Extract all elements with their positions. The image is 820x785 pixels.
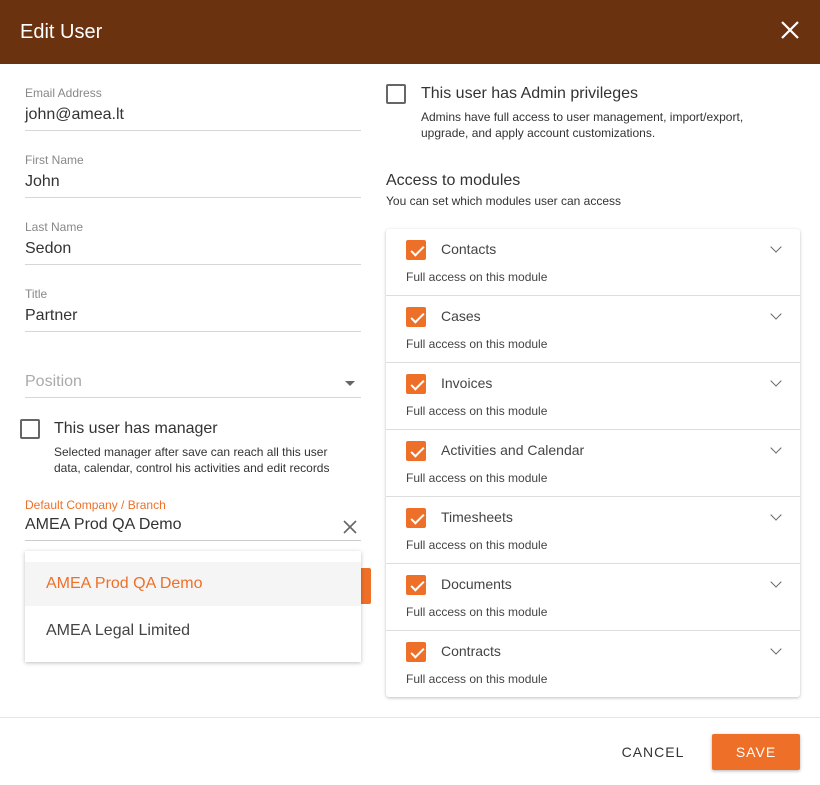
dialog-title: Edit User bbox=[20, 21, 103, 43]
module-activities[interactable]: Activities and Calendar Full access on th… bbox=[386, 430, 800, 497]
dropdown-arrow-icon bbox=[345, 381, 355, 391]
module-checkbox[interactable] bbox=[406, 374, 426, 394]
modules-list: Contacts Full access on this module Cases… bbox=[386, 229, 800, 697]
module-desc: Full access on this module bbox=[406, 471, 548, 485]
module-name: Contacts bbox=[441, 241, 497, 257]
module-checkbox[interactable] bbox=[406, 575, 426, 595]
title-value: Partner bbox=[25, 307, 78, 324]
module-name: Cases bbox=[441, 308, 481, 324]
module-desc: Full access on this module bbox=[406, 337, 548, 351]
module-name: Contracts bbox=[441, 643, 501, 659]
company-field[interactable]: Default Company / Branch AMEA Prod QA De… bbox=[25, 498, 361, 541]
dialog-header: Edit User bbox=[0, 0, 820, 64]
last-name-value: Sedon bbox=[25, 240, 72, 257]
last-name-label: Last Name bbox=[25, 220, 84, 234]
module-timesheets[interactable]: Timesheets Full access on this module bbox=[386, 497, 800, 564]
title-field[interactable]: Title Partner bbox=[25, 287, 361, 332]
chevron-down-icon[interactable] bbox=[770, 509, 782, 521]
manager-label: This user has manager bbox=[54, 420, 218, 437]
manager-help: Selected manager after save can reach al… bbox=[54, 445, 330, 475]
dropdown-option[interactable]: AMEA Legal Limited bbox=[25, 609, 361, 653]
manager-checkbox[interactable] bbox=[20, 419, 40, 439]
admin-label: This user has Admin privileges bbox=[421, 85, 638, 102]
title-label: Title bbox=[25, 287, 48, 301]
module-checkbox[interactable] bbox=[406, 642, 426, 662]
email-value: john@amea.lt bbox=[25, 106, 124, 123]
cancel-button[interactable]: CANCEL bbox=[612, 734, 694, 770]
module-checkbox[interactable] bbox=[406, 441, 426, 461]
modules-title: Access to modules bbox=[386, 172, 521, 189]
save-button[interactable]: SAVE bbox=[712, 734, 800, 770]
company-value[interactable]: AMEA Prod QA Demo bbox=[25, 516, 361, 540]
first-name-label: First Name bbox=[25, 153, 84, 167]
module-cases[interactable]: Cases Full access on this module bbox=[386, 296, 800, 363]
module-desc: Full access on this module bbox=[406, 538, 548, 552]
last-name-field[interactable]: Last Name Sedon bbox=[25, 220, 361, 265]
modules-subtitle: You can set which modules user can acces… bbox=[386, 194, 622, 208]
chevron-down-icon[interactable] bbox=[770, 308, 782, 320]
module-documents[interactable]: Documents Full access on this module bbox=[386, 564, 800, 631]
module-name: Activities and Calendar bbox=[441, 442, 585, 458]
close-icon[interactable] bbox=[778, 18, 802, 42]
chevron-down-icon[interactable] bbox=[770, 442, 782, 454]
company-dropdown: AMEA Prod QA Demo AMEA Legal Limited bbox=[25, 551, 361, 662]
email-label: Email Address bbox=[25, 86, 102, 100]
chevron-down-icon[interactable] bbox=[770, 576, 782, 588]
module-name: Invoices bbox=[441, 375, 493, 391]
first-name-value: John bbox=[25, 173, 60, 190]
module-checkbox[interactable] bbox=[406, 307, 426, 327]
company-label: Default Company / Branch bbox=[25, 498, 166, 512]
admin-checkbox[interactable] bbox=[386, 84, 406, 104]
module-name: Documents bbox=[441, 576, 512, 592]
module-contracts[interactable]: Contracts Full access on this module bbox=[386, 631, 800, 698]
footer-divider bbox=[0, 717, 820, 718]
clear-icon[interactable] bbox=[343, 520, 357, 534]
position-placeholder: Position bbox=[25, 373, 82, 390]
chevron-down-icon[interactable] bbox=[770, 375, 782, 387]
admin-help: Admins have full access to user manageme… bbox=[421, 110, 744, 140]
position-select[interactable]: Position bbox=[25, 373, 361, 398]
module-invoices[interactable]: Invoices Full access on this module bbox=[386, 363, 800, 430]
module-contacts[interactable]: Contacts Full access on this module bbox=[386, 229, 800, 296]
module-desc: Full access on this module bbox=[406, 672, 548, 686]
first-name-field[interactable]: First Name John bbox=[25, 153, 361, 198]
email-field[interactable]: Email Address john@amea.lt bbox=[25, 86, 361, 131]
dropdown-option[interactable]: AMEA Prod QA Demo bbox=[25, 562, 361, 606]
module-checkbox[interactable] bbox=[406, 240, 426, 260]
module-desc: Full access on this module bbox=[406, 605, 548, 619]
module-desc: Full access on this module bbox=[406, 270, 548, 284]
chevron-down-icon[interactable] bbox=[770, 241, 782, 253]
module-checkbox[interactable] bbox=[406, 508, 426, 528]
module-desc: Full access on this module bbox=[406, 404, 548, 418]
chevron-down-icon[interactable] bbox=[770, 643, 782, 655]
module-name: Timesheets bbox=[441, 509, 513, 525]
